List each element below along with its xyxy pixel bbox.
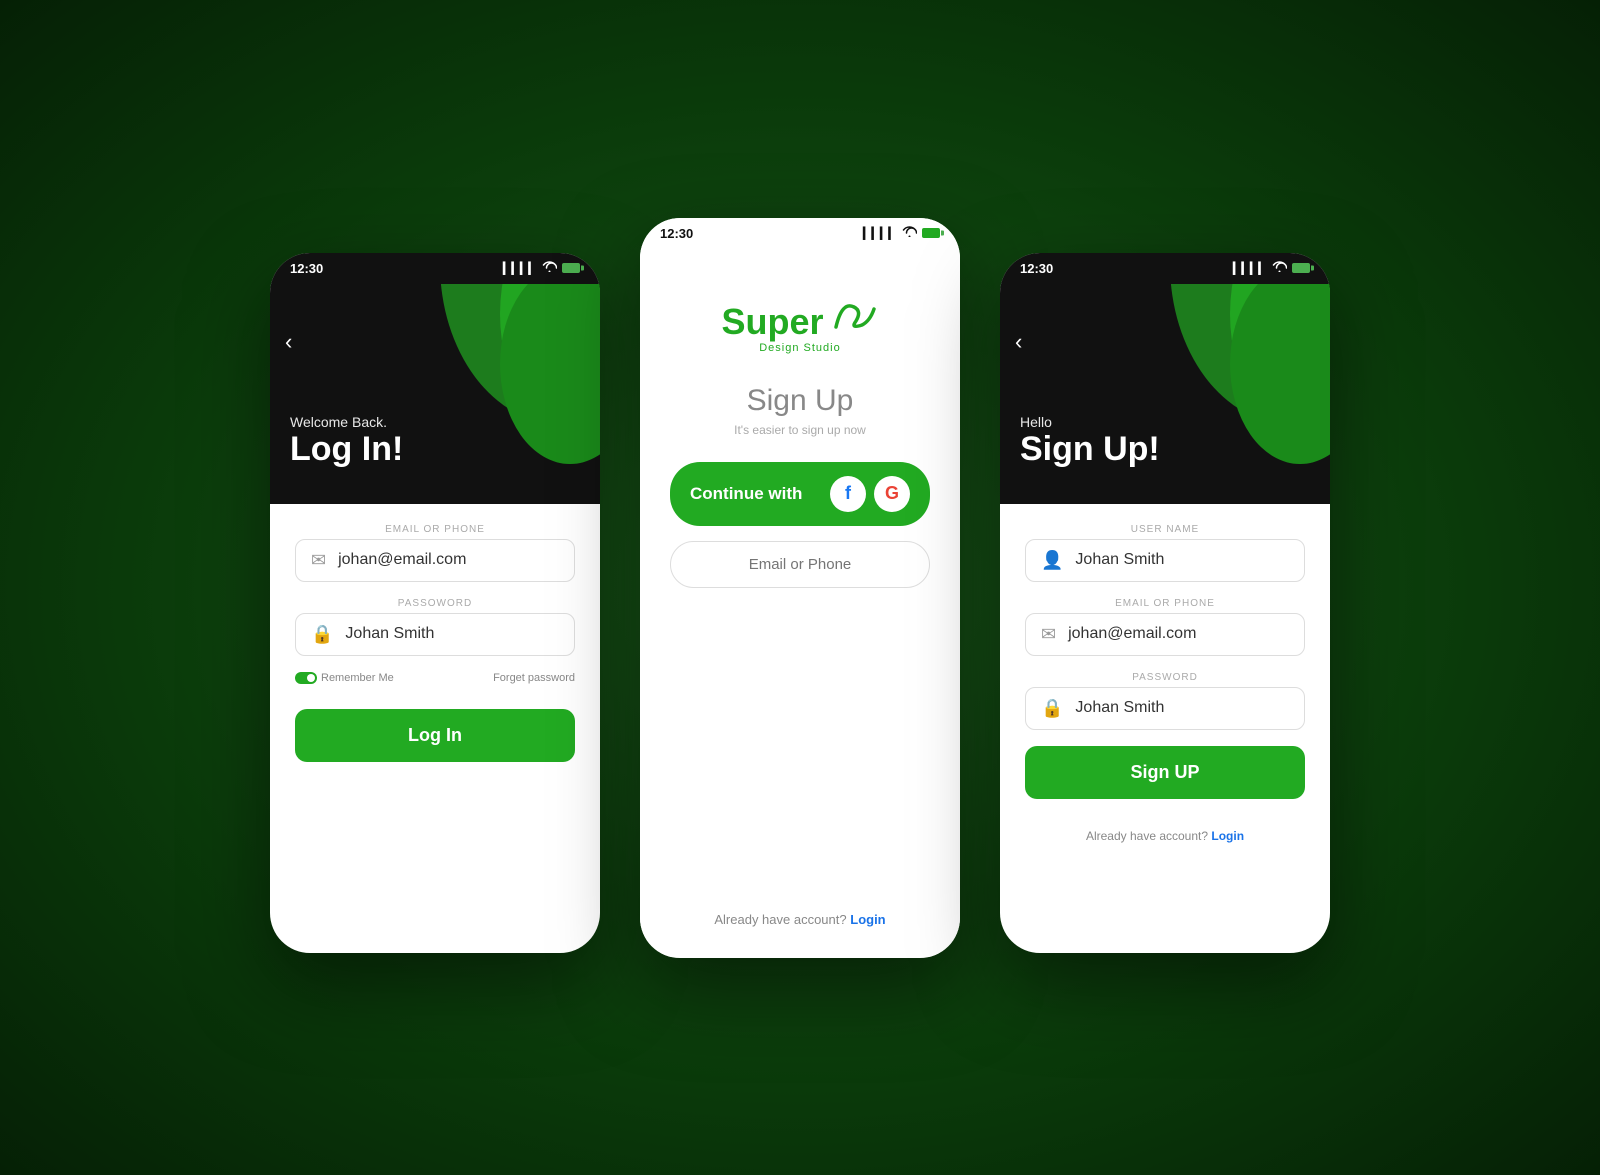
status-icons-left: ▎▎▎▎ [503,261,580,275]
signup-subtitle-right: Hello [1020,414,1160,430]
signup-button[interactable]: Sign UP [1025,746,1305,799]
already-account-right: Already have account? Login [1025,829,1305,843]
lock-icon-right: 🔒 [1041,698,1063,719]
email-input-left[interactable]: ✉ johan@email.com [295,539,575,582]
signup-phone-right: 12:30 ▎▎▎▎ ‹ Hello Sign Up! US [1000,253,1330,953]
battery-icon-left [562,263,580,273]
signal-icon-right: ▎▎▎▎ [1233,262,1267,275]
email-field-group-right: EMAIL OR PHONE ✉ johan@email.com [1025,598,1305,656]
center-body: Super Design Studio Sign Up It's easier … [640,249,960,957]
login-header-text: Welcome Back. Log In! [290,414,403,469]
status-bar-center: 12:30 ▎▎▎▎ [640,218,960,249]
logo-curl-svg [834,299,879,334]
password-label-right: PASSWORD [1025,672,1305,683]
signup-body-right: USER NAME 👤 Johan Smith EMAIL OR PHONE ✉… [1000,504,1330,868]
remember-toggle[interactable] [295,672,317,684]
battery-icon-right [1292,263,1310,273]
back-button-right[interactable]: ‹ [1015,329,1022,355]
status-bar-left: 12:30 ▎▎▎▎ [270,253,600,284]
password-input-right[interactable]: 🔒 Johan Smith [1025,687,1305,730]
logo-container: Super Design Studio [721,299,878,354]
email-phone-input-center[interactable] [670,541,930,588]
already-text-right: Already have account? [1086,829,1208,843]
login-link-center[interactable]: Login [850,912,885,927]
login-phone: 12:30 ▎▎▎▎ ‹ Welcome Back. Log In! [270,253,600,953]
center-subheading: It's easier to sign up now [734,423,866,437]
login-link-right[interactable]: Login [1211,829,1244,843]
username-field-group: USER NAME 👤 Johan Smith [1025,524,1305,582]
email-value-left: johan@email.com [338,551,466,569]
signal-icon-left: ▎▎▎▎ [503,262,537,275]
user-icon-right: 👤 [1041,550,1063,571]
login-body: EMAIL OR PHONE ✉ johan@email.com PASSOWO… [270,504,600,802]
signup-header-right: ‹ Hello Sign Up! [1000,284,1330,504]
logo-x [824,301,879,342]
signup-title-right: Sign Up! [1020,430,1160,469]
logo-super: Super [721,301,823,342]
center-heading: Sign Up [747,384,854,418]
username-value: Johan Smith [1075,551,1164,569]
login-title: Log In! [290,430,403,469]
username-label: USER NAME [1025,524,1305,535]
status-icons-center: ▎▎▎▎ [863,226,940,240]
email-field-group: EMAIL OR PHONE ✉ johan@email.com [295,524,575,582]
username-input[interactable]: 👤 Johan Smith [1025,539,1305,582]
facebook-icon[interactable]: f [830,476,866,512]
social-icons: f G [830,476,910,512]
time-center: 12:30 [660,226,693,241]
email-input-right[interactable]: ✉ johan@email.com [1025,613,1305,656]
password-value-right: Johan Smith [1075,699,1164,717]
wave-left [400,284,600,504]
forget-password-link[interactable]: Forget password [493,672,575,684]
login-header: ‹ Welcome Back. Log In! [270,284,600,504]
password-field-group-right: PASSWORD 🔒 Johan Smith [1025,672,1305,730]
remember-me-label: Remember Me [321,672,394,684]
wifi-icon-left [542,261,557,275]
password-label-left: PASSOWORD [295,598,575,609]
battery-icon-center [922,228,940,238]
lock-icon-left: 🔒 [311,624,333,645]
wave-right [1130,284,1330,504]
password-input-left[interactable]: 🔒 Johan Smith [295,613,575,656]
time-right: 12:30 [1020,261,1053,276]
email-icon-right: ✉ [1041,624,1056,645]
continue-button[interactable]: Continue with f G [670,462,930,526]
remember-me-section[interactable]: Remember Me [295,672,394,684]
status-icons-right: ▎▎▎▎ [1233,261,1310,275]
email-label-left: EMAIL OR PHONE [295,524,575,535]
logo-subtitle: Design Studio [759,342,841,354]
continue-label: Continue with [690,484,802,504]
login-subtitle: Welcome Back. [290,414,403,430]
password-field-group: PASSOWORD 🔒 Johan Smith [295,598,575,656]
status-bar-right: 12:30 ▎▎▎▎ [1000,253,1330,284]
signup-phone-center: 12:30 ▎▎▎▎ Super [640,218,960,958]
login-button[interactable]: Log In [295,709,575,762]
wifi-icon-right [1272,261,1287,275]
logo-text: Super [721,299,878,340]
already-text-center: Already have account? [714,912,846,927]
signal-icon-center: ▎▎▎▎ [863,227,897,240]
google-icon[interactable]: G [874,476,910,512]
signup-header-text-right: Hello Sign Up! [1020,414,1160,469]
logo-main-row: Super [721,299,878,340]
password-value-left: Johan Smith [345,625,434,643]
email-icon-left: ✉ [311,550,326,571]
email-value-right: johan@email.com [1068,625,1196,643]
email-label-right: EMAIL OR PHONE [1025,598,1305,609]
time-left: 12:30 [290,261,323,276]
already-account-center: Already have account? Login [714,912,885,927]
remember-row: Remember Me Forget password [295,672,575,684]
back-button-left[interactable]: ‹ [285,329,292,355]
wifi-icon-center [902,226,917,240]
